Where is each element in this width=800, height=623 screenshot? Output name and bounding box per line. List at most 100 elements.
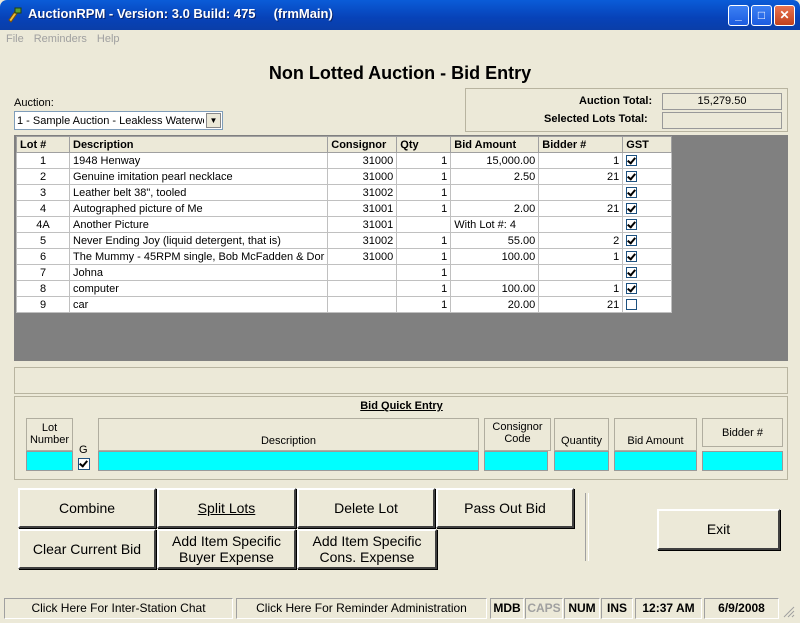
grid-cell-description[interactable]: Never Ending Joy (liquid detergent, that… xyxy=(68,232,329,249)
grid-cell-gst[interactable] xyxy=(622,168,673,185)
col-header-bid-amount[interactable]: Bid Amount xyxy=(450,136,540,153)
table-row[interactable]: 6 The Mummy - 45RPM single, Bob McFadden … xyxy=(16,248,673,265)
grid-cell-lot[interactable]: 2 xyxy=(16,168,70,185)
bid-amount-input[interactable] xyxy=(614,451,697,471)
gst-checked-checkbox[interactable] xyxy=(626,219,638,231)
grid-cell-lot[interactable]: 5 xyxy=(16,232,70,249)
grid-cell-consignor[interactable]: 31001 xyxy=(327,200,398,217)
col-header-consignor[interactable]: Consignor xyxy=(327,136,398,153)
grid-cell-qty[interactable]: 1 xyxy=(396,264,452,281)
grid-cell-description[interactable]: Genuine imitation pearl necklace xyxy=(68,168,329,185)
gst-checked-checkbox[interactable] xyxy=(626,267,638,279)
close-button[interactable]: ✕ xyxy=(774,5,795,26)
grid-cell-bid-amount[interactable] xyxy=(450,184,540,201)
grid-cell-bidder[interactable] xyxy=(538,216,624,233)
gst-checked-checkbox[interactable] xyxy=(626,251,638,263)
gst-checked-checkbox[interactable] xyxy=(626,171,638,183)
col-header-bidder[interactable]: Bidder # xyxy=(538,136,624,153)
grid-cell-description[interactable]: The Mummy - 45RPM single, Bob McFadden &… xyxy=(68,248,329,265)
gst-checked-checkbox[interactable] xyxy=(626,203,638,215)
grid-cell-gst[interactable] xyxy=(622,232,673,249)
menu-help[interactable]: Help xyxy=(97,30,120,49)
gst-checked-checkbox[interactable] xyxy=(626,235,638,247)
grid-cell-qty[interactable]: 1 xyxy=(396,152,452,169)
add-cons-expense-button[interactable]: Add Item Specific Cons. Expense xyxy=(297,529,437,569)
col-header-description[interactable]: Description xyxy=(68,136,329,153)
grid-cell-description[interactable]: Leather belt 38", tooled xyxy=(68,184,329,201)
pass-out-bid-button[interactable]: Pass Out Bid xyxy=(436,488,574,528)
table-row[interactable]: 1 1948 Henway 31000 1 15,000.00 1 xyxy=(16,152,673,169)
gst-unchecked-checkbox[interactable] xyxy=(626,299,638,311)
grid-cell-gst[interactable] xyxy=(622,248,673,265)
grid-cell-lot[interactable]: 7 xyxy=(16,264,70,281)
add-buyer-expense-button[interactable]: Add Item Specific Buyer Expense xyxy=(157,529,296,569)
grid-cell-qty[interactable] xyxy=(396,216,452,233)
chevron-down-icon[interactable]: ▼ xyxy=(206,113,221,128)
gst-checkbox[interactable] xyxy=(78,458,90,471)
grid-cell-bid-amount[interactable] xyxy=(450,264,540,281)
grid-cell-lot[interactable]: 4 xyxy=(16,200,70,217)
grid-cell-bidder[interactable]: 1 xyxy=(538,248,624,265)
table-row[interactable]: 4 Autographed picture of Me 31001 1 2.00 21 xyxy=(16,200,673,217)
clear-current-bid-button[interactable]: Clear Current Bid xyxy=(18,529,156,569)
col-header-lot[interactable]: Lot # xyxy=(16,136,70,153)
grid-cell-description[interactable]: 1948 Henway xyxy=(68,152,329,169)
grid-cell-bidder[interactable] xyxy=(538,264,624,281)
menu-file[interactable]: File xyxy=(6,30,24,49)
grid-cell-gst[interactable] xyxy=(622,152,673,169)
grid-cell-lot[interactable]: 8 xyxy=(16,280,70,297)
grid-cell-gst[interactable] xyxy=(622,280,673,297)
grid-cell-bid-amount[interactable]: 20.00 xyxy=(450,296,540,313)
table-row[interactable]: 9 car 1 20.00 21 xyxy=(16,296,673,313)
grid-cell-consignor[interactable]: 31002 xyxy=(327,184,398,201)
grid-cell-lot[interactable]: 9 xyxy=(16,296,70,313)
grid-cell-bid-amount[interactable]: 2.00 xyxy=(450,200,540,217)
grid-cell-qty[interactable]: 1 xyxy=(396,232,452,249)
bid-grid[interactable]: Lot # Description Consignor Qty Bid Amou… xyxy=(16,136,673,313)
grid-cell-bidder[interactable]: 2 xyxy=(538,232,624,249)
grid-cell-bid-amount[interactable]: 55.00 xyxy=(450,232,540,249)
col-header-gst[interactable]: GST xyxy=(622,136,673,153)
delete-lot-button[interactable]: Delete Lot xyxy=(297,488,435,528)
grid-cell-gst[interactable] xyxy=(622,264,673,281)
grid-cell-consignor[interactable] xyxy=(327,264,398,281)
grid-cell-bidder[interactable]: 21 xyxy=(538,200,624,217)
grid-cell-consignor[interactable]: 31002 xyxy=(327,232,398,249)
bidder-input[interactable] xyxy=(702,451,783,471)
grid-cell-bidder[interactable]: 1 xyxy=(538,280,624,297)
grid-cell-bid-amount[interactable]: 2.50 xyxy=(450,168,540,185)
grid-cell-qty[interactable]: 1 xyxy=(396,280,452,297)
description-input[interactable] xyxy=(98,451,479,471)
lot-number-input[interactable] xyxy=(26,451,73,471)
grid-cell-bidder[interactable]: 21 xyxy=(538,296,624,313)
table-row[interactable]: 3 Leather belt 38", tooled 31002 1 xyxy=(16,184,673,201)
grid-cell-gst[interactable] xyxy=(622,296,673,313)
maximize-button[interactable]: □ xyxy=(751,5,772,26)
gst-checked-checkbox[interactable] xyxy=(626,283,638,295)
bid-grid-area[interactable]: Lot # Description Consignor Qty Bid Amou… xyxy=(14,135,788,361)
grid-cell-qty[interactable]: 1 xyxy=(396,200,452,217)
grid-cell-bid-amount[interactable]: 100.00 xyxy=(450,248,540,265)
grid-cell-description[interactable]: Autographed picture of Me xyxy=(68,200,329,217)
auction-select[interactable]: 1 - Sample Auction - Leakless Waterwo ▼ xyxy=(14,111,223,130)
grid-cell-bid-amount[interactable]: 100.00 xyxy=(450,280,540,297)
grid-cell-gst[interactable] xyxy=(622,200,673,217)
grid-cell-consignor[interactable]: 31001 xyxy=(327,216,398,233)
grid-cell-gst[interactable] xyxy=(622,216,673,233)
resize-grip-icon[interactable] xyxy=(783,606,795,618)
grid-cell-qty[interactable]: 1 xyxy=(396,296,452,313)
grid-cell-consignor[interactable]: 31000 xyxy=(327,168,398,185)
split-lots-button[interactable]: Split Lots xyxy=(157,488,296,528)
grid-cell-description[interactable]: computer xyxy=(68,280,329,297)
table-row[interactable]: 2 Genuine imitation pearl necklace 31000 1 2… xyxy=(16,168,673,185)
table-row[interactable]: 4A Another Picture 31001 With Lot #: 4 xyxy=(16,216,673,233)
grid-cell-consignor[interactable] xyxy=(327,280,398,297)
grid-cell-description[interactable]: Another Picture xyxy=(68,216,329,233)
grid-cell-consignor[interactable] xyxy=(327,296,398,313)
grid-cell-bidder[interactable]: 1 xyxy=(538,152,624,169)
gst-checked-checkbox[interactable] xyxy=(626,155,638,167)
minimize-button[interactable]: _ xyxy=(728,5,749,26)
grid-cell-qty[interactable]: 1 xyxy=(396,168,452,185)
gst-checked-checkbox[interactable] xyxy=(626,187,638,199)
grid-cell-description[interactable]: car xyxy=(68,296,329,313)
